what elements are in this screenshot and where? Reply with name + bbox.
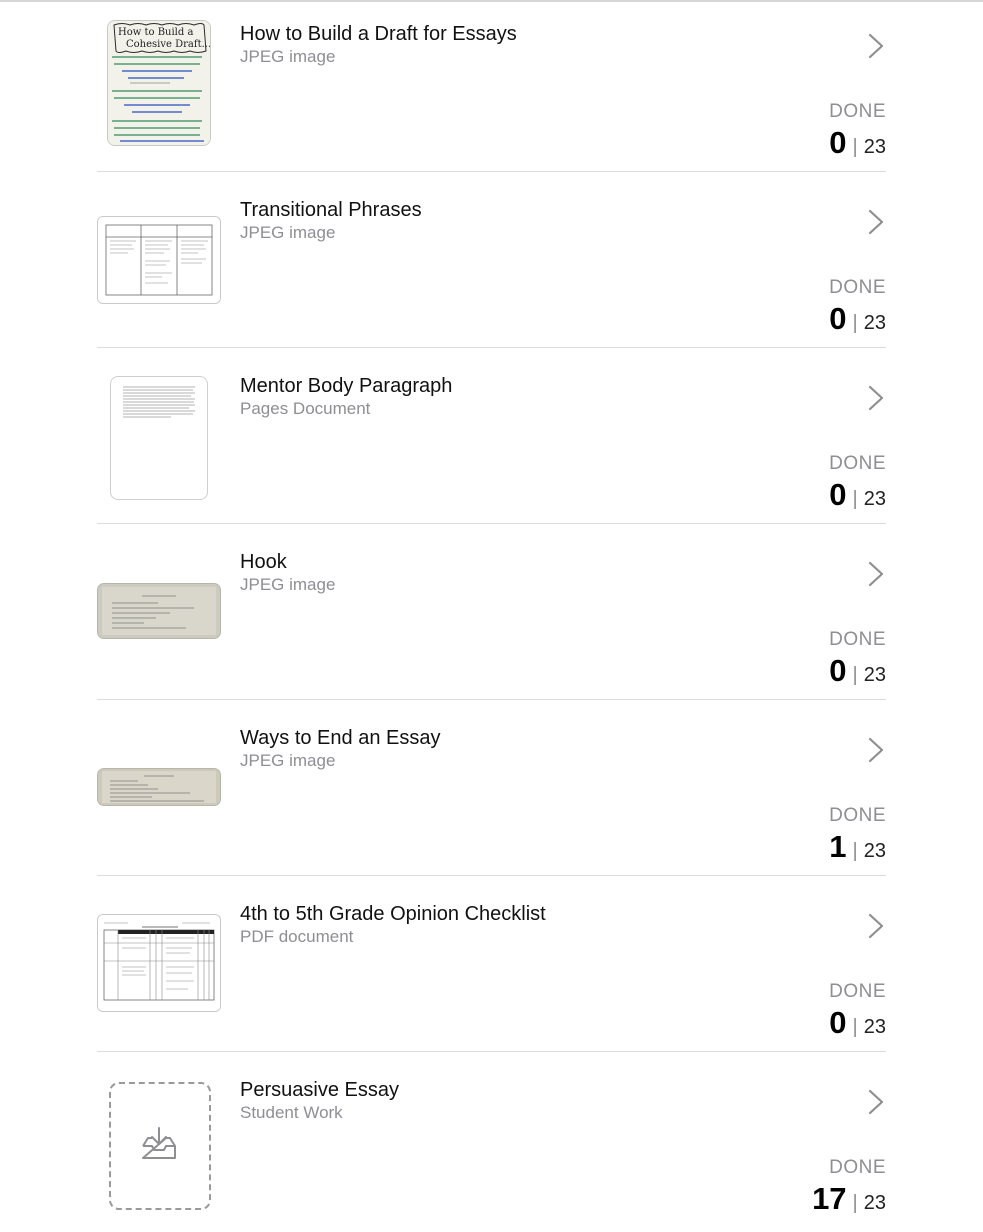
thumbnail-image [97, 768, 221, 806]
done-count: 17 | 23 [812, 1181, 886, 1217]
item-title: 4th to 5th Grade Opinion Checklist [240, 903, 546, 925]
total-number: 23 [863, 488, 886, 510]
count-separator: | [852, 1192, 858, 1214]
item-title: Transitional Phrases [240, 199, 422, 221]
done-number: 0 [829, 301, 847, 336]
done-number: 0 [829, 653, 847, 688]
list-item[interactable]: 4th to 5th Grade Opinion Checklist PDF d… [0, 880, 983, 1056]
row-divider [97, 699, 886, 700]
item-subtitle: JPEG image [240, 575, 336, 594]
status-label: DONE [829, 101, 886, 122]
chevron-right-icon[interactable] [866, 737, 886, 763]
done-number: 0 [829, 125, 847, 160]
row-divider [97, 171, 886, 172]
done-count: 1 | 23 [829, 829, 886, 865]
done-number: 0 [829, 477, 847, 512]
chevron-right-icon[interactable] [866, 209, 886, 235]
item-title: Ways to End an Essay [240, 727, 441, 749]
item-title: How to Build a Draft for Essays [240, 23, 517, 45]
total-number: 23 [863, 664, 886, 686]
chevron-right-icon[interactable] [866, 385, 886, 411]
tray-download-icon [142, 1127, 176, 1159]
thumbnail-image [97, 914, 221, 1012]
chevron-right-icon[interactable] [866, 33, 886, 59]
chevron-right-icon[interactable] [866, 561, 886, 587]
item-subtitle: JPEG image [240, 223, 336, 242]
status-label: DONE [829, 453, 886, 474]
thumbnail-image: How to Build a Cohesive Draft... [107, 20, 211, 146]
thumbnail-image [110, 376, 208, 500]
chevron-right-icon[interactable] [866, 1089, 886, 1115]
done-count: 0 | 23 [829, 653, 886, 689]
row-divider [97, 875, 886, 876]
status-label: DONE [829, 1157, 886, 1178]
item-subtitle: JPEG image [240, 47, 336, 66]
item-subtitle: Pages Document [240, 399, 371, 418]
done-count: 0 | 23 [829, 125, 886, 161]
list-item[interactable]: Persuasive Essay Student Work DONE 17 | 23 [0, 1056, 983, 1232]
thumbnail-text: How to Build a [118, 27, 193, 38]
row-divider [97, 523, 886, 524]
count-separator: | [852, 1016, 858, 1038]
item-title: Persuasive Essay [240, 1079, 399, 1101]
status-label: DONE [829, 277, 886, 298]
list-item[interactable]: Hook JPEG image DONE 0 | 23 [0, 528, 983, 704]
done-number: 17 [812, 1181, 847, 1216]
count-separator: | [852, 840, 858, 862]
status-label: DONE [829, 629, 886, 650]
chevron-right-icon[interactable] [866, 913, 886, 939]
done-number: 0 [829, 1005, 847, 1040]
total-number: 23 [863, 136, 886, 158]
thumbnail-text: Cohesive Draft... [126, 39, 210, 50]
list-item[interactable]: Ways to End an Essay JPEG image DONE 1 | 2… [0, 704, 983, 880]
list-item[interactable]: Transitional Phrases JPEG image DONE 0 | 2… [0, 176, 983, 352]
item-title: Hook [240, 551, 287, 573]
item-subtitle: Student Work [240, 1103, 343, 1122]
status-label: DONE [829, 805, 886, 826]
list-item[interactable]: How to Build a Cohesive Draft... How to … [0, 0, 983, 176]
item-title: Mentor Body Paragraph [240, 375, 453, 397]
row-divider [97, 347, 886, 348]
thumbnail-image [97, 583, 221, 639]
list-item[interactable]: Mentor Body Paragraph Pages Document DON… [0, 352, 983, 528]
submission-placeholder[interactable] [109, 1082, 211, 1210]
done-number: 1 [829, 829, 847, 864]
item-subtitle: PDF document [240, 927, 354, 946]
count-separator: | [852, 664, 858, 686]
done-count: 0 | 23 [829, 1005, 886, 1041]
done-count: 0 | 23 [829, 477, 886, 513]
status-label: DONE [829, 981, 886, 1002]
total-number: 23 [863, 312, 886, 334]
count-separator: | [852, 488, 858, 510]
count-separator: | [852, 312, 858, 334]
total-number: 23 [863, 1192, 886, 1214]
item-subtitle: JPEG image [240, 751, 336, 770]
row-divider [97, 1051, 886, 1052]
total-number: 23 [863, 840, 886, 862]
thumbnail-image [97, 216, 221, 304]
count-separator: | [852, 136, 858, 158]
done-count: 0 | 23 [829, 301, 886, 337]
total-number: 23 [863, 1016, 886, 1038]
